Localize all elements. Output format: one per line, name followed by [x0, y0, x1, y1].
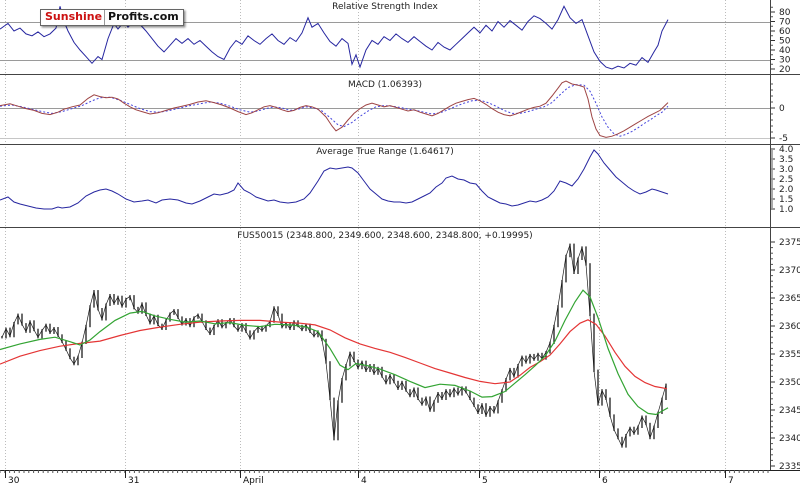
- atr-panel-title: Average True Range (1.64617): [316, 147, 454, 157]
- chart-canvas: 807060504030200-54.03.53.02.52.01.51.023…: [0, 0, 800, 486]
- y-tick-label: 70: [779, 18, 791, 28]
- x-tick-label: 30: [8, 476, 20, 486]
- x-tick-label: 4: [361, 476, 367, 486]
- y-tick-label: 2355: [779, 350, 800, 360]
- y-tick-label: 80: [779, 8, 791, 18]
- y-tick-label: 30: [779, 56, 791, 66]
- ma-fast-line: [0, 289, 669, 416]
- y-tick-label: 0: [779, 104, 785, 114]
- y-tick-label: 2365: [779, 294, 800, 304]
- y-tick-label: 2350: [779, 378, 800, 388]
- y-tick-label: 20: [779, 65, 791, 75]
- y-tick-label: 2.0: [779, 185, 794, 195]
- y-tick-label: 2360: [779, 322, 800, 332]
- logo-text-profits: Profits.com: [104, 10, 183, 25]
- y-tick-label: 3.0: [779, 165, 794, 175]
- chart-root: 80 70 60 50 40 30 20 0 -5 4.0 3.5 3.0 2.5 2.0 1.5 1.0 23…: [0, 0, 800, 486]
- atr-line: [0, 149, 669, 210]
- x-tick-label: 31: [128, 476, 139, 486]
- y-tick-label: 2340: [779, 434, 800, 444]
- price-panel-title: FUS50015 (2348.800, 2349.600, 2348.600, …: [237, 231, 533, 241]
- y-tick-label: 2375: [779, 238, 800, 248]
- y-tick-label: 4.0: [779, 145, 794, 155]
- y-tick-label: 2345: [779, 406, 800, 416]
- macd-panel-title: MACD (1.06393): [347, 80, 423, 90]
- y-tick-label: 1.5: [779, 195, 793, 205]
- y-tick-label: 40: [779, 46, 791, 56]
- sunshineprofits-logo[interactable]: Sunshine Profits.com: [40, 9, 184, 26]
- y-tick-label: 50: [779, 37, 791, 47]
- y-tick-label: -5: [779, 134, 788, 144]
- y-tick-label: 3.5: [779, 155, 793, 165]
- y-tick-label: 60: [779, 27, 791, 37]
- y-tick-label: 2.5: [779, 175, 793, 185]
- x-tick-label: 5: [482, 476, 488, 486]
- y-tick-label: 1.0: [779, 205, 794, 215]
- x-tick-label: 7: [728, 476, 734, 486]
- y-tick-label: 2370: [779, 266, 800, 276]
- x-tick-label: April: [243, 476, 264, 486]
- logo-text-sunshine: Sunshine: [41, 10, 105, 25]
- x-tick-label: 6: [602, 476, 608, 486]
